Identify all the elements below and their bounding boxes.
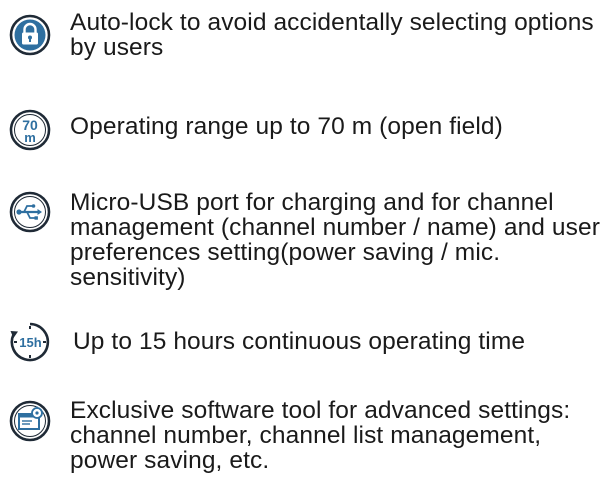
usb-icon	[8, 190, 52, 234]
range-badge-unit: m	[24, 130, 36, 145]
feature-text: Auto-lock to avoid accidentally selectin…	[70, 9, 594, 61]
timer-15h-icon: 15h	[8, 320, 52, 364]
range-70m-icon: 70 m	[8, 108, 52, 152]
feature-text: Operating range up to 70 m (open field)	[70, 113, 503, 140]
feature-text: Up to 15 hours continuous operating time	[73, 328, 526, 355]
lock-icon	[8, 13, 52, 57]
feature-list: Auto-lock to avoid accidentally selectin…	[0, 0, 607, 477]
timer-badge-label: 15h	[19, 335, 41, 350]
software-tool-icon	[8, 399, 52, 443]
feature-text: Micro-USB port for charging and for chan…	[70, 189, 600, 291]
feature-text: Exclusive software tool for advanced set…	[70, 397, 571, 474]
